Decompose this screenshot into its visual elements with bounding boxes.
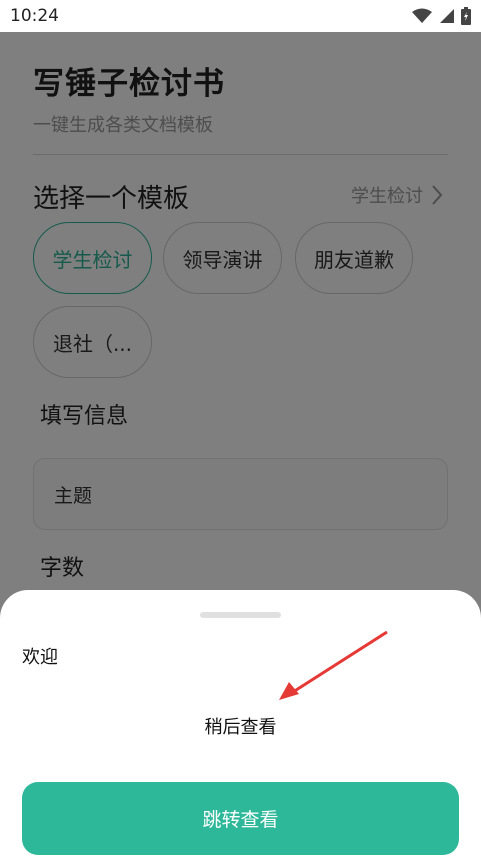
status-time: 10:24	[10, 6, 59, 26]
go-view-button[interactable]: 跳转查看	[22, 782, 459, 855]
sheet-drag-handle[interactable]	[200, 612, 281, 618]
status-icons	[411, 7, 471, 25]
battery-icon	[461, 7, 471, 25]
annotation-arrow-icon	[279, 630, 388, 700]
status-bar: 10:24	[0, 0, 481, 32]
bottom-sheet: 欢迎 稍后查看 跳转查看	[0, 590, 481, 856]
signal-icon	[440, 9, 454, 23]
wifi-icon	[412, 8, 432, 23]
welcome-text: 欢迎	[22, 647, 58, 668]
view-later-button[interactable]: 稍后查看	[0, 713, 481, 739]
